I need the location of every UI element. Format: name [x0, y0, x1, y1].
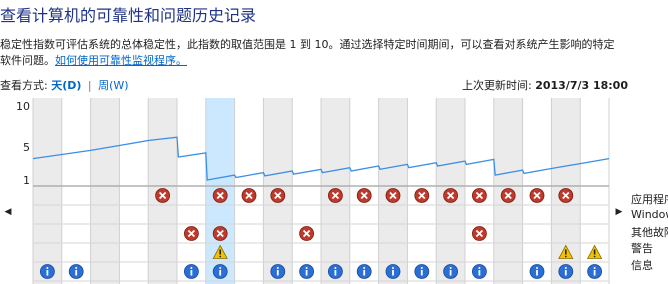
page-title: 查看计算机的可靠性和问题历史记录: [0, 6, 257, 25]
view-separator: |: [87, 79, 92, 92]
error-icon[interactable]: [471, 226, 487, 241]
view-by-bar: 查看方式: 天(D) | 周(W): [0, 77, 129, 93]
info-icon[interactable]: [529, 264, 545, 279]
error-icon[interactable]: [500, 188, 516, 203]
error-icon[interactable]: [212, 226, 228, 241]
error-icon[interactable]: [529, 188, 545, 203]
info-icon[interactable]: [414, 264, 430, 279]
error-icon[interactable]: [212, 188, 228, 203]
info-icon[interactable]: [558, 264, 574, 279]
error-icon[interactable]: [183, 226, 199, 241]
error-icon[interactable]: [471, 188, 487, 203]
column-5: [177, 98, 206, 284]
column-2: [90, 98, 120, 284]
description: 稳定性指数可评估系统的总体稳定性，此指数的取值范围是 1 到 10。通过选择特定…: [0, 37, 668, 69]
description-line1: 稳定性指数可评估系统的总体稳定性，此指数的取值范围是 1 到 10。通过选择特定…: [0, 38, 615, 51]
reliability-monitor-help-link[interactable]: 如何使用可靠性监视程序。: [55, 54, 187, 67]
last-updated-label: 上次更新时间:: [461, 79, 532, 92]
info-icon[interactable]: [183, 264, 199, 279]
info-icon[interactable]: [443, 264, 459, 279]
error-icon[interactable]: [299, 226, 315, 241]
info-icon[interactable]: [68, 264, 84, 279]
y-tick-label: 1: [23, 174, 30, 187]
view-weeks-link[interactable]: 周(W): [98, 79, 128, 92]
info-icon[interactable]: [385, 264, 401, 279]
info-icon[interactable]: [327, 264, 343, 279]
column-0: [33, 98, 62, 284]
info-icon[interactable]: [356, 264, 372, 279]
info-icon[interactable]: [270, 264, 286, 279]
info-icon[interactable]: [587, 264, 602, 279]
error-icon[interactable]: [414, 188, 430, 203]
error-icon[interactable]: [270, 188, 286, 203]
info-icon[interactable]: [212, 264, 228, 279]
column-3: [119, 98, 149, 284]
row-label-windows-failures: Windows 故障: [631, 208, 668, 221]
error-icon[interactable]: [356, 188, 372, 203]
view-days-link[interactable]: 天(D): [51, 79, 81, 92]
row-label-info: 信息: [631, 259, 653, 272]
column-1: [61, 98, 91, 284]
y-tick-label: 10: [16, 100, 30, 113]
column-9: [292, 98, 321, 284]
last-updated: 上次更新时间: 2013/7/3 18:00: [462, 77, 628, 93]
row-label-app-failures: 应用程序故障: [631, 193, 668, 206]
row-label-other-failures: 其他故障: [631, 226, 668, 239]
view-by-label: 查看方式:: [0, 79, 48, 92]
description-line2: 软件问题。: [0, 54, 55, 67]
reliability-chart[interactable]: 10 5 1: [0, 98, 668, 284]
error-icon[interactable]: [241, 188, 257, 203]
error-icon[interactable]: [155, 188, 171, 203]
last-updated-value: 2013/7/3 18:00: [535, 79, 628, 92]
error-icon[interactable]: [385, 188, 401, 203]
error-icon[interactable]: [327, 188, 343, 203]
info-icon[interactable]: [471, 264, 487, 279]
info-icon[interactable]: [40, 264, 55, 279]
y-tick-label: 5: [23, 141, 30, 154]
error-icon[interactable]: [558, 188, 574, 203]
error-icon[interactable]: [443, 188, 459, 203]
row-label-warnings: 警告: [631, 242, 653, 255]
info-icon[interactable]: [299, 264, 315, 279]
